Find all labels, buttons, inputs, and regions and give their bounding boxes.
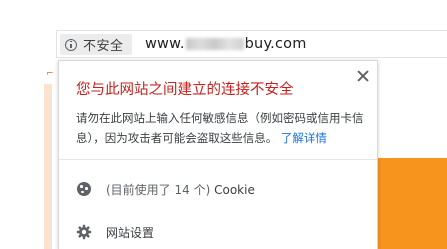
cookies-text: (目前使用了 14 个) Cookie xyxy=(106,181,255,198)
url-prefix: www. xyxy=(145,36,185,52)
learn-more-link[interactable]: 了解详情 xyxy=(281,131,327,145)
cookies-row[interactable]: (目前使用了 14 个) Cookie xyxy=(76,178,255,200)
security-indicator-button[interactable]: 不安全 xyxy=(60,34,132,55)
security-label: 不安全 xyxy=(83,39,124,54)
popup-title: 您与此网站之间建立的连接不安全 xyxy=(76,82,294,98)
cookie-icon xyxy=(76,181,92,197)
url-text[interactable]: www. buy.com xyxy=(145,36,307,52)
site-settings-row[interactable]: 网站设置 xyxy=(76,221,154,243)
page-fragment-mark: ⌐ xyxy=(46,69,54,79)
gear-icon xyxy=(76,224,92,240)
address-bar[interactable]: 不安全 www. buy.com xyxy=(56,30,447,58)
page-background-stripe xyxy=(44,84,52,249)
cookies-count: (目前使用了 14 个) xyxy=(106,182,211,197)
popup-description: 请勿在此网站上输入任何敏感信息（例如密码或信用卡信息），因为攻击者可能会盗取这些… xyxy=(76,108,372,148)
page-orange-banner xyxy=(378,158,447,249)
url-redacted-blur xyxy=(185,38,244,50)
divider xyxy=(59,159,377,160)
site-settings-label: 网站设置 xyxy=(106,225,155,240)
url-suffix: buy.com xyxy=(244,36,307,52)
close-icon[interactable] xyxy=(355,68,371,84)
cookies-label: Cookie xyxy=(214,182,255,197)
info-icon xyxy=(65,38,77,51)
site-info-popup: 您与此网站之间建立的连接不安全 请勿在此网站上输入任何敏感信息（例如密码或信用卡… xyxy=(58,60,378,249)
